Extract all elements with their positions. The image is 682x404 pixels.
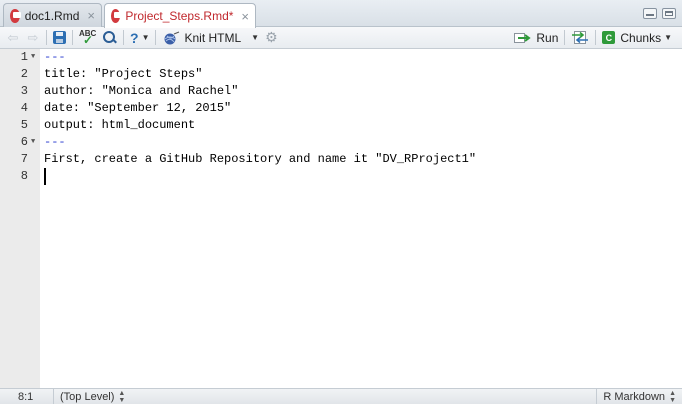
code-text: --- (44, 135, 66, 149)
run-label: Run (536, 30, 559, 45)
editor-line: 6 ▼ --- (0, 134, 682, 151)
options-button[interactable]: ⚙ (265, 28, 278, 48)
cursor-position: 8:1 (0, 389, 54, 404)
code-text: title: "Project Steps" (44, 67, 203, 81)
toolbar-divider (595, 30, 597, 45)
arrow-right-icon: ⇨ (27, 29, 39, 45)
editor-line: 7 First, create a GitHub Repository and … (0, 151, 682, 168)
tab-bar: doc1.Rmd × Project_Steps.Rmd* × (0, 0, 682, 28)
gear-icon: ⚙ (265, 29, 278, 45)
tab-label: doc1.Rmd (24, 8, 80, 23)
code-editor[interactable]: 1 ▼ --- 2 title: "Project Steps" 3 autho… (0, 49, 682, 388)
line-number: 7 (20, 152, 28, 166)
editor-line: 4 date: "September 12, 2015" (0, 100, 682, 117)
pane-controls (643, 8, 676, 19)
editor-line: 5 output: html_document (0, 117, 682, 134)
toolbar-divider (123, 30, 124, 45)
arrow-left-icon: ⇦ (7, 29, 19, 45)
line-number: 4 (20, 101, 28, 115)
scope-label: (Top Level) (60, 390, 115, 403)
scope-selector[interactable]: (Top Level) ▲ ▼ (54, 390, 125, 404)
yarn-ball-icon (164, 31, 180, 44)
spellcheck-button[interactable]: ABC ✓ (79, 28, 97, 48)
run-button[interactable]: Run (514, 28, 558, 48)
file-type-selector[interactable]: R Markdown ▲ ▼ (596, 389, 682, 404)
help-button[interactable]: ? ▼ (130, 28, 149, 48)
editor-line: 2 title: "Project Steps" (0, 66, 682, 83)
run-arrow-icon (514, 32, 532, 43)
line-number: 5 (20, 118, 28, 132)
code-text: --- (44, 50, 66, 64)
chevron-down-icon: ▼ (141, 33, 150, 42)
editor-line: 1 ▼ --- (0, 49, 682, 66)
save-icon (53, 31, 66, 44)
editor-line: 8 (0, 168, 682, 185)
rmd-file-icon (10, 8, 21, 23)
tab-doc1[interactable]: doc1.Rmd × (3, 3, 102, 27)
chunks-label: Chunks (620, 30, 662, 45)
chevron-down-icon: ▼ (251, 33, 260, 42)
fold-arrow-icon[interactable]: ▼ (31, 49, 35, 66)
line-number: 2 (20, 67, 28, 81)
maximize-pane-button[interactable] (662, 8, 676, 19)
close-icon[interactable]: × (87, 9, 95, 22)
minimize-pane-button[interactable] (643, 8, 657, 19)
line-number: 3 (20, 84, 28, 98)
toolbar-divider (564, 30, 566, 45)
tab-project-steps[interactable]: Project_Steps.Rmd* × (104, 3, 256, 28)
tab-label: Project_Steps.Rmd* (125, 9, 234, 23)
rerun-icon (572, 31, 589, 44)
spellcheck-icon: ABC ✓ (79, 28, 97, 47)
text-cursor (44, 168, 46, 185)
fold-arrow-icon[interactable]: ▼ (31, 134, 35, 151)
toolbar-right-group: Run C Chunks ▼ (514, 28, 682, 48)
line-number: 8 (20, 169, 28, 183)
chevron-down-icon: ▼ (664, 33, 672, 42)
knit-html-label: Knit HTML (184, 30, 242, 45)
up-down-icon: ▲ ▼ (118, 389, 126, 404)
line-number: 1 (20, 50, 28, 64)
status-bar: 8:1 (Top Level) ▲ ▼ R Markdown ▲ ▼ (0, 388, 682, 404)
editor-line: 3 author: "Monica and Rachel" (0, 83, 682, 100)
forward-button[interactable]: ⇨ (26, 28, 40, 48)
code-text: output: html_document (44, 118, 196, 132)
toolbar-divider (155, 30, 157, 45)
line-number: 6 (20, 135, 28, 149)
back-button[interactable]: ⇦ (6, 28, 20, 48)
toolbar-divider (72, 30, 73, 45)
save-button[interactable] (53, 28, 66, 48)
code-text: author: "Monica and Rachel" (44, 84, 239, 98)
code-text: First, create a GitHub Repository and na… (44, 152, 477, 166)
search-icon (103, 30, 117, 45)
chunks-icon: C (602, 31, 616, 44)
toolbar-divider (46, 30, 47, 45)
rmd-file-icon (111, 9, 123, 23)
file-type-label: R Markdown (603, 390, 666, 403)
close-icon[interactable]: × (241, 10, 249, 23)
knit-html-button[interactable]: Knit HTML ▼ (162, 28, 259, 48)
find-button[interactable] (103, 28, 117, 48)
chunks-button[interactable]: C Chunks ▼ (602, 28, 672, 48)
up-down-icon: ▲ ▼ (669, 389, 676, 404)
rerun-button[interactable] (571, 28, 589, 48)
code-text: date: "September 12, 2015" (44, 101, 232, 115)
question-icon: ? (130, 29, 139, 46)
editor-toolbar: ⇦ ⇨ ABC ✓ ? ▼ Knit HTML ▼ ⚙ Run C Chunks… (0, 27, 682, 49)
